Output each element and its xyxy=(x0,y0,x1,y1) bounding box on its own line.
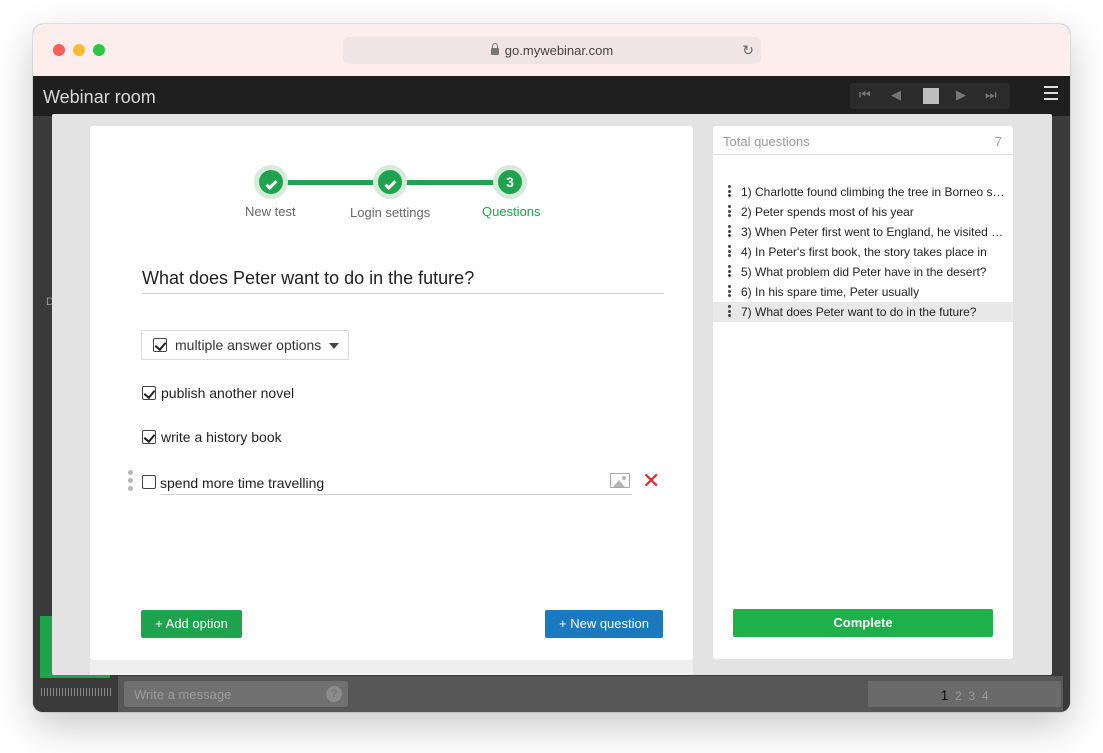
answer-mode-checkbox-icon xyxy=(153,338,167,352)
drag-handle-icon[interactable] xyxy=(728,245,731,259)
page-link-1[interactable]: 1 xyxy=(941,687,949,703)
maximize-window-button[interactable] xyxy=(93,44,105,56)
question-editor-card: 3 New test Login settings Questions What… xyxy=(90,126,693,660)
hamburger-menu-icon[interactable] xyxy=(1044,86,1058,100)
chat-message-input[interactable]: Write a message ? xyxy=(124,681,348,707)
volume-meter xyxy=(41,688,111,696)
page-link-3[interactable]: 3 xyxy=(968,689,975,703)
answer-option-text: spend more time travelling xyxy=(160,475,325,491)
step-3-dot[interactable]: 3 xyxy=(493,165,527,199)
question-list-item[interactable]: 6) In his spare time, Peter usually xyxy=(713,282,1013,302)
answer-option-checkbox[interactable] xyxy=(142,386,156,400)
previous-icon[interactable]: ◀ xyxy=(891,87,901,103)
question-list-item[interactable]: 1) Charlotte found climbing the tree in … xyxy=(713,182,1013,202)
new-question-button[interactable]: + New question xyxy=(545,610,663,638)
page-link-2[interactable]: 2 xyxy=(955,689,962,703)
step-1-dot[interactable] xyxy=(254,165,288,199)
answer-mode-dropdown[interactable]: multiple answer options xyxy=(141,330,349,360)
url-text: go.mywebinar.com xyxy=(504,43,614,58)
editor-card-footer xyxy=(90,660,693,675)
question-title-input[interactable]: What does Peter want to do in the future… xyxy=(142,268,664,294)
chat-bar: Write a message ? 1 2 3 4 xyxy=(118,676,1063,712)
address-bar[interactable]: go.mywebinar.com ↻ xyxy=(343,37,761,64)
drag-handle-icon[interactable] xyxy=(728,285,731,299)
reload-icon[interactable]: ↻ xyxy=(742,42,754,59)
browser-window: go.mywebinar.com ↻ Webinar room ⏮ ◀ ▶ ⏭ … xyxy=(33,24,1070,712)
step-label-questions[interactable]: Questions xyxy=(482,204,541,219)
check-icon xyxy=(383,177,397,191)
lock-icon xyxy=(490,43,499,55)
drag-handle-icon[interactable] xyxy=(728,305,731,319)
skip-last-icon[interactable]: ⏭ xyxy=(985,87,997,103)
help-icon[interactable]: ? xyxy=(326,686,342,702)
delete-option-icon[interactable]: ✕ xyxy=(642,468,660,494)
question-list-item[interactable]: 4) In Peter's first book, the story take… xyxy=(713,242,1013,262)
drag-handle-icon[interactable] xyxy=(728,265,731,279)
drag-handle-icon[interactable] xyxy=(728,205,731,219)
step-label-new-test[interactable]: New test xyxy=(245,204,296,219)
app-title: Webinar room xyxy=(43,87,156,107)
question-list-item-active[interactable]: 7) What does Peter want to do in the fut… xyxy=(713,302,1013,322)
step-3-number: 3 xyxy=(498,170,522,194)
answer-mode-label: multiple answer options xyxy=(175,337,322,353)
question-list-item[interactable]: 3) When Peter first went to England, he … xyxy=(713,222,1013,242)
page-link-4[interactable]: 4 xyxy=(982,689,989,703)
questions-panel-header: Total questions 7 xyxy=(713,126,1013,155)
next-icon[interactable]: ▶ xyxy=(956,87,966,103)
questions-list: 1) Charlotte found climbing the tree in … xyxy=(713,182,1013,322)
drag-handle-icon[interactable] xyxy=(128,470,133,492)
close-window-button[interactable] xyxy=(53,44,65,56)
app-header: Webinar room ⏮ ◀ ▶ ⏭ xyxy=(33,76,1070,116)
image-icon[interactable] xyxy=(610,473,630,488)
drag-handle-icon[interactable] xyxy=(728,185,731,199)
caret-down-icon xyxy=(329,343,339,349)
answer-option-3: spend more time travelling ✕ xyxy=(128,468,668,496)
step-label-login-settings[interactable]: Login settings xyxy=(350,205,430,220)
complete-button[interactable]: Complete xyxy=(733,609,993,637)
test-editor-modal: 3 New test Login settings Questions What… xyxy=(52,114,1052,675)
stepper-line-2 xyxy=(390,180,510,185)
skip-first-icon[interactable]: ⏮ xyxy=(859,87,871,103)
answer-option-input[interactable]: spend more time travelling xyxy=(160,470,632,495)
drag-handle-icon[interactable] xyxy=(728,225,731,239)
questions-panel: Total questions 7 1) Charlotte found cli… xyxy=(713,126,1013,659)
answer-option-text[interactable]: publish another novel xyxy=(161,385,294,401)
total-questions-label: Total questions xyxy=(723,134,810,149)
total-questions-count: 7 xyxy=(994,134,1002,149)
browser-toolbar: go.mywebinar.com ↻ xyxy=(33,24,1070,76)
add-option-button[interactable]: + Add option xyxy=(141,610,242,638)
question-list-item[interactable]: 5) What problem did Peter have in the de… xyxy=(713,262,1013,282)
stop-icon[interactable] xyxy=(923,88,939,104)
check-icon xyxy=(264,177,278,191)
answer-option-checkbox[interactable] xyxy=(142,430,156,444)
slide-pager: 1 2 3 4 xyxy=(868,681,1061,707)
playback-controls: ⏮ ◀ ▶ ⏭ xyxy=(850,83,1010,109)
question-list-item[interactable]: 2) Peter spends most of his year xyxy=(713,202,1013,222)
step-2-dot[interactable] xyxy=(373,165,407,199)
minimize-window-button[interactable] xyxy=(73,44,85,56)
answer-option-text[interactable]: write a history book xyxy=(161,429,282,445)
answer-option-checkbox[interactable] xyxy=(142,475,156,489)
